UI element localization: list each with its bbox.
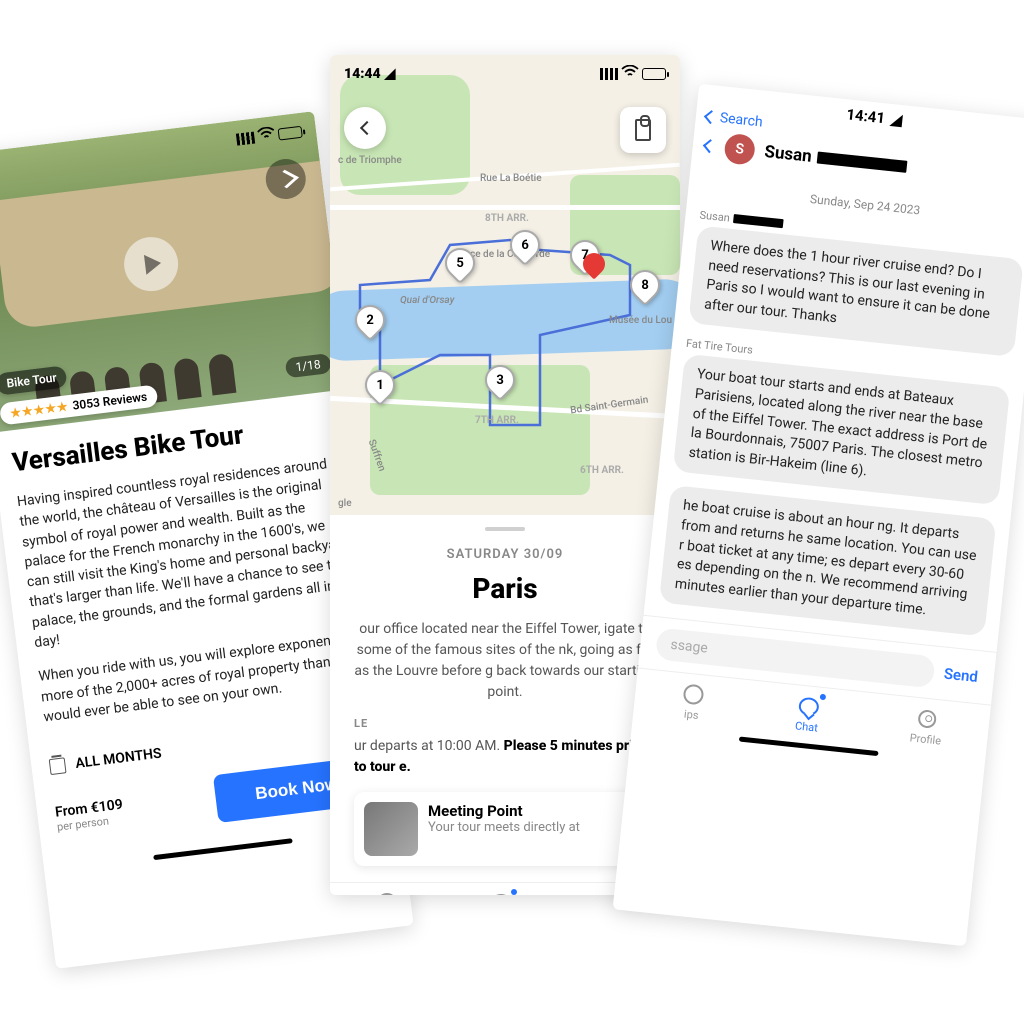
chevron-left-icon	[703, 139, 717, 153]
wifi-icon	[621, 65, 639, 82]
status-time: 14:44	[344, 66, 381, 82]
notification-dot	[511, 889, 517, 895]
redacted-text	[733, 214, 784, 228]
chat-icon	[798, 697, 820, 717]
trips-icon	[682, 684, 704, 706]
clipboard-button[interactable]	[620, 107, 666, 153]
chevron-left-icon	[359, 121, 373, 135]
image-counter: 1/18	[284, 353, 331, 378]
avatar: S	[723, 133, 756, 166]
chevron-left-icon	[704, 110, 718, 124]
drag-handle[interactable]	[485, 527, 525, 531]
tab-profile[interactable]: Profile	[909, 706, 944, 748]
itinerary-city: Paris	[354, 572, 656, 605]
map-label: 6TH ARR.	[580, 465, 624, 476]
map-attribution: gle	[338, 498, 352, 509]
battery-icon	[642, 68, 666, 80]
review-count: 3053 Reviews	[72, 390, 148, 413]
meeting-point-thumb	[364, 802, 418, 856]
wifi-icon	[256, 126, 276, 145]
map-label: 8TH ARR.	[485, 213, 529, 224]
tab-chat[interactable]: Chat	[489, 891, 513, 895]
map-label: 7TH ARR.	[475, 415, 519, 426]
calendar-icon	[49, 758, 67, 776]
star-icon: ★★★★★	[9, 399, 69, 420]
play-icon	[144, 253, 162, 275]
status-bar: 14:44 ◢	[330, 59, 680, 84]
tab-trips[interactable]: ips	[679, 682, 707, 723]
status-time: 14:41	[846, 105, 886, 127]
location-icon: ◢	[385, 66, 396, 82]
battery-icon	[277, 125, 302, 140]
schedule-text: ur departs at 10:00 AM. Please 5 minutes…	[354, 736, 656, 778]
map-label: Quai d'Orsay	[400, 295, 454, 306]
itinerary-description: our office located near the Eiffel Tower…	[354, 619, 656, 703]
profile-icon	[918, 709, 938, 729]
hero-image[interactable]: Bike Tour ★★★★★ 3053 Reviews 1/18	[0, 111, 348, 433]
send-button[interactable]: Send	[943, 665, 979, 686]
tab-trips[interactable]: ps	[375, 891, 399, 895]
chat-icon	[491, 894, 511, 895]
schedule-heading: LE	[354, 717, 656, 730]
tab-chat[interactable]: Chat	[794, 694, 822, 735]
itinerary-date: SATURDAY 30/09	[354, 547, 656, 562]
back-button[interactable]	[344, 107, 386, 149]
map-label: c de Triomphe	[338, 155, 402, 166]
meeting-point-sub: Your tour meets directly at	[428, 820, 580, 835]
map-label: Rue La Boétie	[480, 173, 542, 184]
signal-icon	[236, 131, 255, 145]
tour-description-1: Having inspired countless royal residenc…	[16, 453, 357, 654]
meeting-point-title: Meeting Point	[428, 802, 580, 820]
redacted-text	[817, 152, 908, 173]
month-filter-label: ALL MONTHS	[75, 746, 163, 772]
message-bubble-incoming[interactable]: he boat cruise is about an hour ng. It d…	[659, 485, 997, 637]
clipboard-icon	[635, 119, 651, 141]
map-view[interactable]: 14:44 ◢ c de Triomphe Rue La Boétie 8TH …	[330, 55, 680, 515]
contact-name: Susan	[764, 142, 909, 177]
signal-icon	[600, 68, 618, 80]
trips-icon	[377, 893, 397, 895]
meeting-point-card[interactable]: Meeting Point Your tour meets directly a…	[354, 792, 656, 866]
tour-content: Versailles Bike Tour Having inspired cou…	[0, 389, 387, 752]
location-icon: ◢	[890, 110, 903, 129]
notification-dot	[819, 694, 826, 701]
share-icon	[273, 170, 299, 188]
map-label: Musée du Lou	[609, 315, 672, 326]
